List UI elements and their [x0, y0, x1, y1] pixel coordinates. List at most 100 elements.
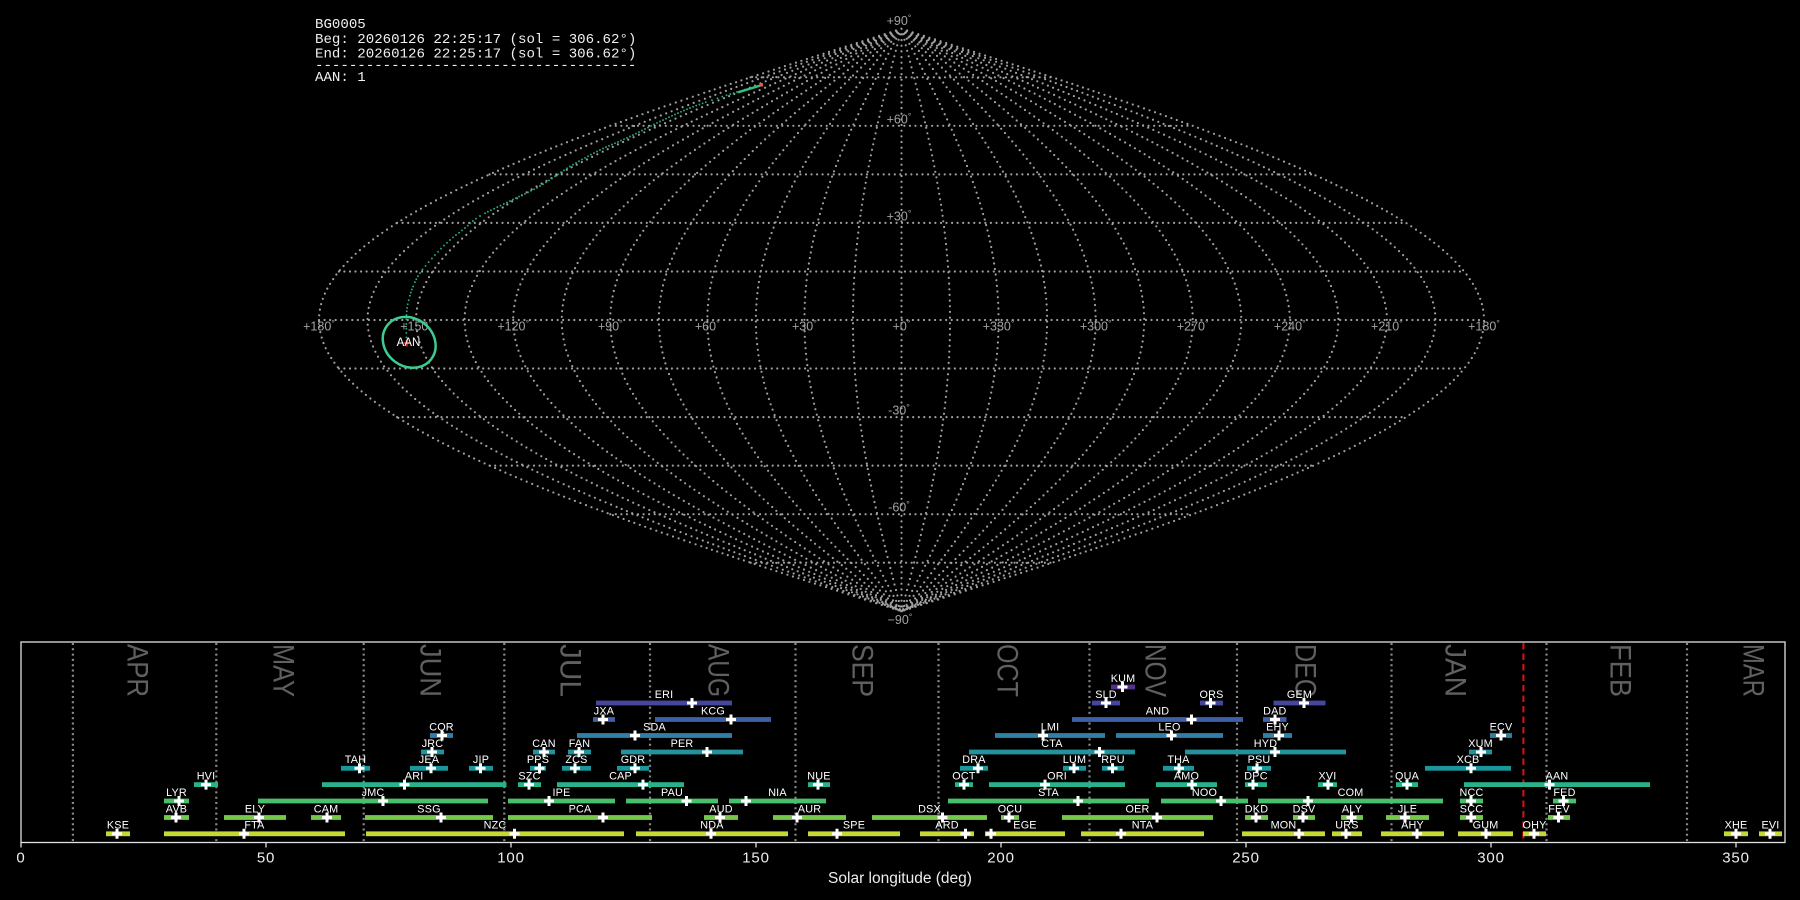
svg-text:EGE: EGE [1013, 820, 1036, 832]
svg-text:SEP: SEP [846, 644, 879, 697]
svg-text:DPC: DPC [1244, 770, 1267, 782]
svg-text:NCC: NCC [1460, 787, 1484, 799]
svg-text:THA: THA [1167, 754, 1190, 766]
svg-text:DAD: DAD [1263, 705, 1286, 717]
svg-text:KSE: KSE [107, 820, 129, 832]
svg-text:CAM: CAM [314, 803, 339, 815]
svg-text:+330°: +330° [983, 319, 1015, 334]
svg-text:GUM: GUM [1473, 820, 1499, 832]
svg-text:ALY: ALY [1342, 803, 1362, 815]
svg-text:FTA: FTA [244, 820, 265, 832]
svg-text:OCT: OCT [991, 644, 1024, 697]
svg-text:PAU: PAU [661, 787, 683, 799]
svg-text:ORI: ORI [1047, 770, 1067, 782]
svg-text:XUM: XUM [1468, 738, 1493, 750]
svg-text:DSV: DSV [1293, 803, 1316, 815]
svg-text:HYD: HYD [1254, 738, 1277, 750]
svg-text:TAH: TAH [345, 754, 366, 766]
svg-text:FAN: FAN [569, 738, 591, 750]
svg-text:AAN: 1: AAN: 1 [315, 70, 366, 86]
svg-text:JIP: JIP [473, 754, 489, 766]
svg-text:JXA: JXA [594, 705, 615, 717]
svg-text:LEO: LEO [1158, 721, 1180, 733]
svg-text:+270°: +270° [1177, 319, 1209, 334]
svg-text:ELY: ELY [245, 803, 265, 815]
svg-text:+240°: +240° [1274, 319, 1306, 334]
svg-text:AMO: AMO [1174, 770, 1199, 782]
svg-text:NZC: NZC [484, 820, 507, 832]
svg-text:IPE: IPE [552, 787, 570, 799]
svg-text:AND: AND [1146, 705, 1169, 717]
svg-text:+180°: +180° [1468, 319, 1500, 334]
svg-text:FEV: FEV [1548, 803, 1570, 815]
svg-text:FEB: FEB [1604, 644, 1637, 697]
svg-text:100: 100 [497, 850, 524, 867]
svg-text:SCC: SCC [1460, 803, 1483, 815]
svg-text:HVI: HVI [197, 770, 216, 782]
svg-text:LYR: LYR [166, 787, 187, 799]
svg-text:URS: URS [1335, 820, 1358, 832]
svg-text:CAN: CAN [532, 738, 555, 750]
svg-text:RPU: RPU [1101, 754, 1124, 766]
svg-text:SZC: SZC [518, 770, 540, 782]
svg-text:OER: OER [1126, 803, 1150, 815]
svg-text:AAN: AAN [1546, 770, 1569, 782]
svg-text:KCG: KCG [701, 705, 725, 717]
svg-text:OCT: OCT [952, 770, 976, 782]
svg-text:ECV: ECV [1490, 721, 1513, 733]
svg-text:DSX: DSX [918, 803, 941, 815]
svg-text:NUE: NUE [807, 770, 830, 782]
svg-text:APR: APR [121, 644, 154, 697]
svg-text:JRC: JRC [422, 738, 444, 750]
svg-text:CQR: CQR [429, 721, 454, 733]
svg-text:QUA: QUA [1395, 770, 1420, 782]
svg-text:200: 200 [987, 850, 1014, 867]
svg-text:EVI: EVI [1761, 820, 1779, 832]
svg-text:KUM: KUM [1111, 673, 1136, 685]
svg-text:NTA: NTA [1132, 820, 1154, 832]
svg-text:SLD: SLD [1095, 689, 1117, 701]
svg-text:MAR: MAR [1737, 644, 1770, 697]
svg-text:NIA: NIA [768, 787, 787, 799]
svg-text:150: 150 [742, 850, 769, 867]
svg-text:+210°: +210° [1371, 319, 1403, 334]
svg-text:SPE: SPE [843, 820, 865, 832]
svg-text:OCU: OCU [998, 803, 1023, 815]
svg-text:GDR: GDR [621, 754, 646, 766]
svg-text:ZCS: ZCS [565, 754, 587, 766]
svg-text:AVB: AVB [166, 803, 187, 815]
svg-text:AHY: AHY [1401, 820, 1424, 832]
svg-text:+300°: +300° [1080, 319, 1112, 334]
svg-text:MAY: MAY [267, 644, 300, 697]
svg-text:XHE: XHE [1725, 820, 1748, 832]
svg-text:300: 300 [1477, 850, 1504, 867]
svg-text:250: 250 [1232, 850, 1259, 867]
svg-text:CTA: CTA [1041, 738, 1063, 750]
svg-text:AUG: AUG [702, 644, 735, 697]
svg-text:COM: COM [1338, 787, 1364, 799]
svg-text:DKD: DKD [1245, 803, 1268, 815]
svg-text:Solar longitude (deg): Solar longitude (deg) [828, 870, 972, 887]
svg-text:JLE: JLE [1398, 803, 1417, 815]
svg-text:350: 350 [1722, 850, 1749, 867]
svg-text:BG0005: BG0005 [315, 17, 366, 33]
svg-text:NDA: NDA [700, 820, 724, 832]
svg-text:AUR: AUR [798, 803, 821, 815]
svg-text:GEM: GEM [1287, 689, 1312, 701]
svg-text:PCA: PCA [569, 803, 592, 815]
svg-text:+180°: +180° [303, 319, 335, 334]
svg-text:STA: STA [1038, 787, 1059, 799]
svg-text:XVI: XVI [1318, 770, 1336, 782]
svg-text:ERI: ERI [655, 689, 674, 701]
svg-text:MON: MON [1271, 820, 1297, 832]
svg-text:SDA: SDA [643, 721, 666, 733]
svg-text:+120°: +120° [497, 319, 529, 334]
svg-text:PPS: PPS [527, 754, 549, 766]
svg-text:CAP: CAP [609, 770, 632, 782]
svg-text:NOV: NOV [1139, 644, 1172, 697]
svg-text:PSU: PSU [1248, 754, 1271, 766]
svg-text:LUM: LUM [1063, 754, 1086, 766]
svg-text:JUL: JUL [554, 644, 587, 697]
svg-text:ARD: ARD [935, 820, 958, 832]
svg-text:JEA: JEA [419, 754, 440, 766]
